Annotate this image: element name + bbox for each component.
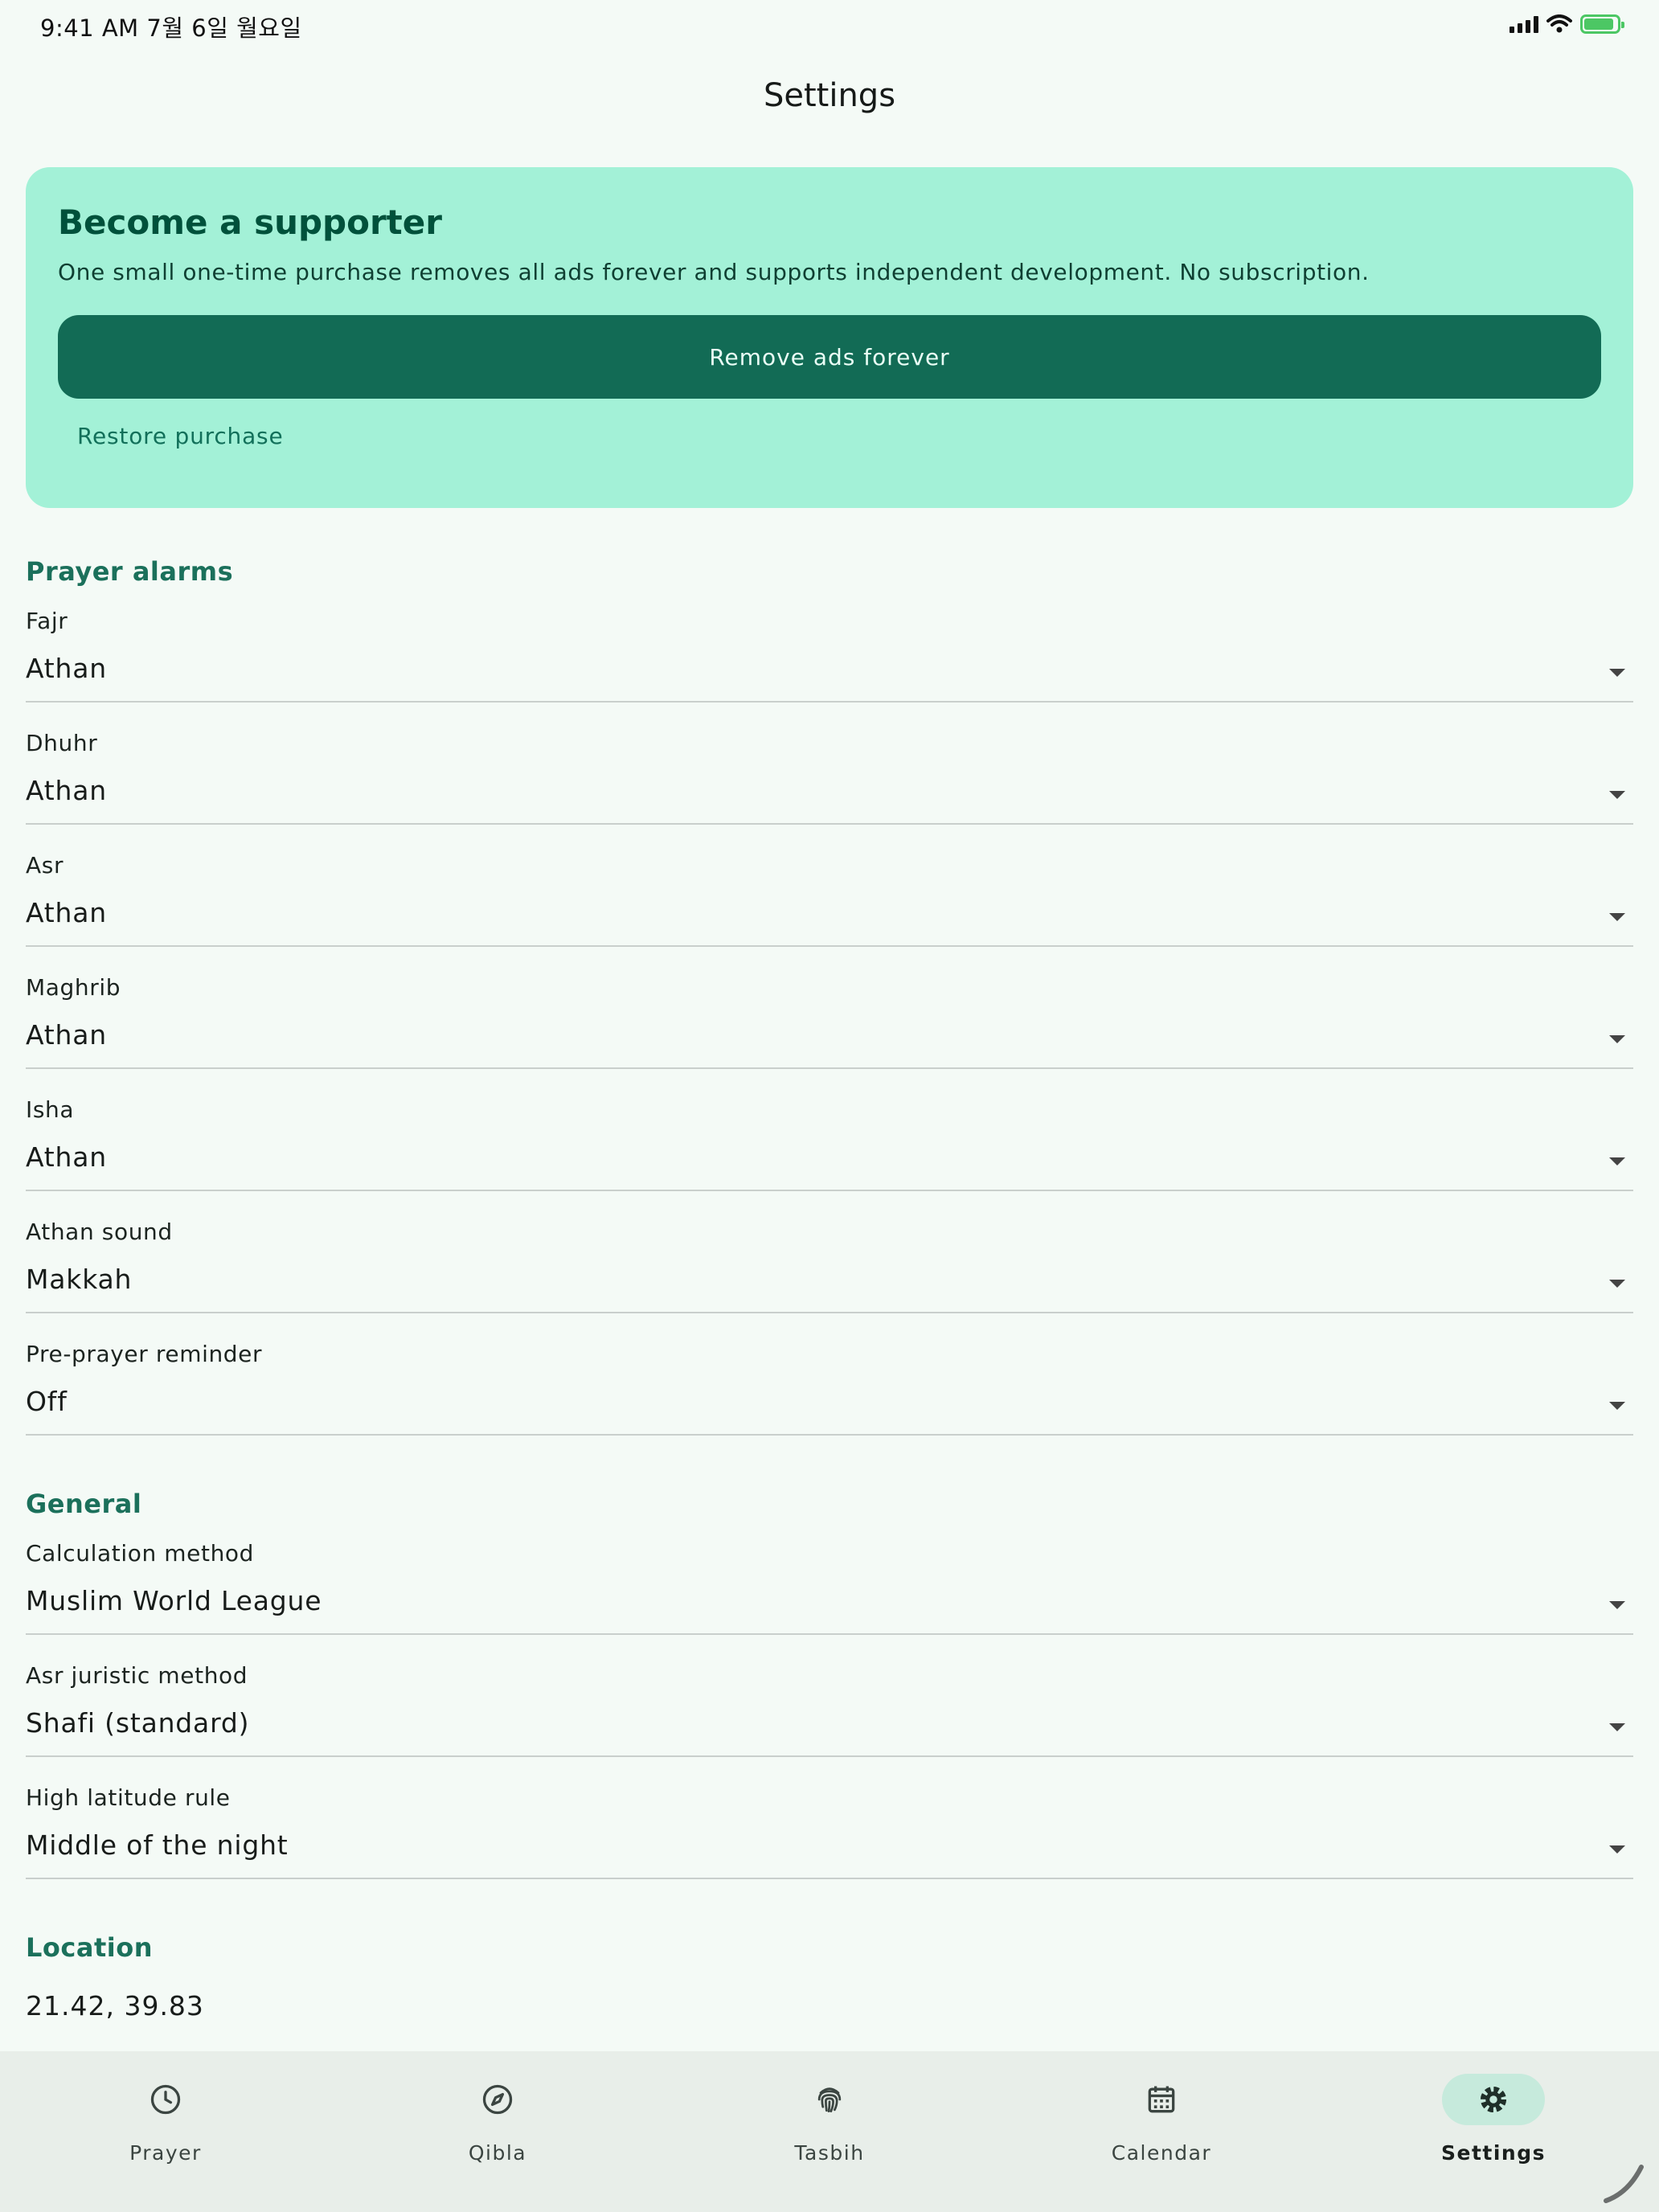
field-value: Muslim World League — [26, 1585, 322, 1616]
supporter-description: One small one-time purchase removes all … — [58, 259, 1370, 285]
active-indicator — [1442, 2074, 1545, 2125]
wifi-icon — [1546, 14, 1572, 33]
field-underline — [26, 1190, 1633, 1191]
calendar-icon — [1148, 2086, 1175, 2113]
section-title-prayer-alarms: Prayer alarms — [26, 556, 234, 587]
status-icons — [1509, 14, 1624, 34]
page-title: Settings — [763, 77, 896, 114]
field-value: Middle of the night — [26, 1829, 289, 1861]
calculation-method-dropdown[interactable]: Calculation method Muslim World League — [26, 1540, 1633, 1661]
dropdown-arrow-icon — [1609, 913, 1625, 921]
dropdown-arrow-icon — [1609, 1035, 1625, 1043]
field-value: Athan — [26, 775, 107, 806]
location-coordinates: 21.42, 39.83 — [26, 1990, 204, 2022]
dropdown-arrow-icon — [1609, 1845, 1625, 1854]
field-value: Shafi (standard) — [26, 1707, 250, 1739]
isha-dropdown[interactable]: Isha Athan — [26, 1096, 1633, 1217]
nav-label: Qibla — [468, 2141, 527, 2165]
battery-charging-icon — [1580, 14, 1624, 34]
compass-icon — [482, 2084, 513, 2115]
field-label: Dhuhr — [26, 730, 98, 756]
high-latitude-rule-dropdown[interactable]: High latitude rule Middle of the night — [26, 1784, 1633, 1905]
field-label: Maghrib — [26, 974, 121, 1001]
field-value: Makkah — [26, 1264, 133, 1295]
bottom-navigation: Prayer Qibla Tasbih Calendar Settings — [0, 2051, 1659, 2212]
field-underline — [26, 701, 1633, 703]
field-underline — [26, 1878, 1633, 1879]
nav-item-prayer[interactable]: Prayer — [0, 2051, 331, 2212]
nav-item-qibla[interactable]: Qibla — [332, 2051, 663, 2212]
nav-item-tasbih[interactable]: Tasbih — [664, 2051, 995, 2212]
nav-label: Tasbih — [794, 2141, 865, 2165]
section-title-general: General — [26, 1489, 142, 1519]
supporter-title: Become a supporter — [58, 203, 442, 242]
dropdown-arrow-icon — [1609, 1157, 1625, 1165]
pre-prayer-reminder-dropdown[interactable]: Pre-prayer reminder Off — [26, 1341, 1633, 1461]
dhuhr-dropdown[interactable]: Dhuhr Athan — [26, 730, 1633, 850]
supporter-card: Become a supporter One small one-time pu… — [26, 167, 1633, 508]
dropdown-arrow-icon — [1609, 1723, 1625, 1731]
fingerprint-icon — [817, 2087, 842, 2113]
dropdown-arrow-icon — [1609, 669, 1625, 677]
dropdown-arrow-icon — [1609, 1402, 1625, 1410]
remove-ads-button[interactable]: Remove ads forever — [58, 315, 1601, 399]
athan-sound-dropdown[interactable]: Athan sound Makkah — [26, 1219, 1633, 1339]
dropdown-arrow-icon — [1609, 1601, 1625, 1609]
nav-label: Prayer — [129, 2141, 202, 2165]
field-value: Athan — [26, 1019, 107, 1051]
field-underline — [26, 945, 1633, 947]
field-label: High latitude rule — [26, 1784, 231, 1811]
dropdown-arrow-icon — [1609, 791, 1625, 799]
section-title-location: Location — [26, 1932, 153, 1963]
nav-item-calendar[interactable]: Calendar — [996, 2051, 1327, 2212]
field-label: Calculation method — [26, 1540, 255, 1567]
cellular-signal-icon — [1509, 15, 1538, 33]
field-label: Athan sound — [26, 1219, 173, 1245]
field-value: Athan — [26, 1141, 107, 1173]
field-underline — [26, 1067, 1633, 1069]
dropdown-arrow-icon — [1609, 1280, 1625, 1288]
maghrib-dropdown[interactable]: Maghrib Athan — [26, 974, 1633, 1095]
status-bar: 9:41 AM 7월 6일 월요일 — [0, 0, 1659, 51]
clock-icon — [150, 2084, 181, 2115]
field-underline — [26, 1633, 1633, 1635]
field-label: Asr juristic method — [26, 1662, 248, 1689]
fajr-dropdown[interactable]: Fajr Athan — [26, 608, 1633, 728]
field-value: Athan — [26, 653, 107, 684]
field-value: Athan — [26, 897, 107, 928]
asr-dropdown[interactable]: Asr Athan — [26, 852, 1633, 973]
field-label: Isha — [26, 1096, 75, 1123]
field-underline — [26, 823, 1633, 825]
gear-icon — [1480, 2086, 1507, 2113]
status-time: 9:41 AM 7월 6일 월요일 — [40, 14, 302, 42]
field-value: Off — [26, 1386, 68, 1417]
restore-purchase-button[interactable]: Restore purchase — [77, 423, 283, 449]
field-label: Pre-prayer reminder — [26, 1341, 263, 1367]
field-label: Asr — [26, 852, 64, 879]
asr-juristic-method-dropdown[interactable]: Asr juristic method Shafi (standard) — [26, 1662, 1633, 1783]
pencil-gesture-icon — [1604, 2165, 1644, 2203]
field-label: Fajr — [26, 608, 68, 634]
nav-label: Calendar — [1111, 2141, 1212, 2165]
field-underline — [26, 1312, 1633, 1313]
field-underline — [26, 1755, 1633, 1757]
field-underline — [26, 1434, 1633, 1436]
